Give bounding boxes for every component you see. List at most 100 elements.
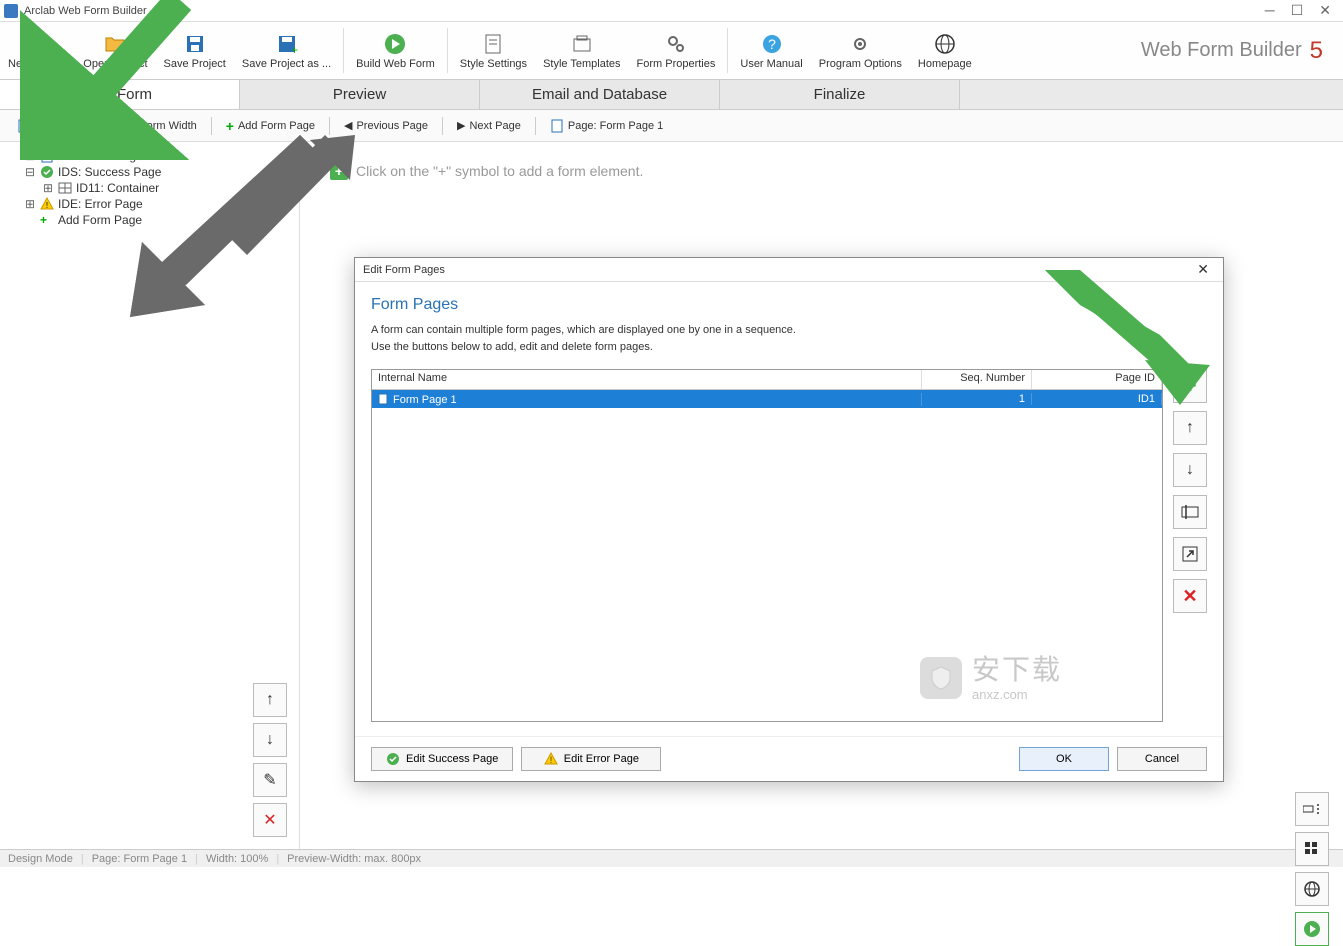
globe-button[interactable] — [1295, 872, 1329, 906]
expander-icon[interactable]: ⊞ — [42, 181, 54, 195]
separator — [329, 117, 330, 135]
add-element-icon[interactable]: + — [330, 162, 348, 180]
homepage-button[interactable]: Homepage — [910, 22, 980, 79]
separator — [535, 117, 536, 135]
separator — [447, 28, 448, 73]
add-page-button[interactable]: + — [1173, 369, 1207, 403]
open-page-button[interactable] — [1173, 537, 1207, 571]
templates-icon — [570, 32, 594, 56]
move-up-button[interactable]: ↑ — [253, 683, 287, 717]
user-manual-button[interactable]: ? User Manual — [732, 22, 810, 79]
hint-row: + Click on the "+" symbol to add a form … — [320, 162, 1323, 180]
rename-page-button[interactable] — [1173, 495, 1207, 529]
save-as-icon: + — [275, 32, 299, 56]
cell-id: ID1 — [1032, 393, 1162, 405]
current-page-indicator[interactable]: Page: Form Page 1 — [540, 115, 673, 137]
close-button[interactable]: ✕ — [1319, 2, 1331, 19]
edit-button[interactable]: ✎ — [253, 763, 287, 797]
tabs: Edit FormPreviewEmail and DatabaseFinali… — [0, 80, 1343, 110]
move-down-button[interactable]: ↓ — [253, 723, 287, 757]
container-icon — [58, 181, 72, 195]
minimize-button[interactable]: ─ — [1265, 2, 1275, 19]
delete-page-button[interactable]: ✕ — [1173, 579, 1207, 613]
col-name[interactable]: Internal Name — [372, 370, 922, 389]
maximize-button[interactable]: ☐ — [1291, 2, 1304, 19]
tab-finalize[interactable]: Finalize — [720, 80, 960, 109]
tree-item-add[interactable]: +Add Form Page — [6, 212, 293, 228]
tab-email-and-database[interactable]: Email and Database — [480, 80, 720, 109]
tool-label: Style Templates — [543, 58, 620, 70]
edit-subtoolbar: Form Pages ↔ Form Width + Add Form Page … — [0, 110, 1343, 142]
folder-icon — [103, 32, 127, 56]
next-page-button[interactable]: ▶ Next Page — [447, 115, 531, 136]
previous-page-button[interactable]: ◀ Previous Page — [334, 115, 438, 136]
separator: | — [195, 853, 198, 865]
gears-icon — [664, 32, 688, 56]
save-project-button[interactable]: Save Project — [156, 22, 234, 79]
save-project-as-button[interactable]: +Save Project as ... — [234, 22, 339, 79]
page-icon — [40, 149, 54, 163]
play-icon — [383, 32, 407, 56]
open-project-button[interactable]: Open Project — [75, 22, 155, 79]
new-project-button[interactable]: New Project — [0, 22, 75, 79]
svg-text:+: + — [291, 43, 298, 56]
form-pages-button[interactable]: Form Pages — [8, 115, 106, 137]
edit-error-page-button[interactable]: ! Edit Error Page — [521, 747, 661, 771]
expander-icon[interactable]: ⊟ — [24, 165, 36, 179]
tree-item-IDS[interactable]: ⊟IDS: Success Page — [6, 164, 293, 180]
form-width-button[interactable]: ↔ Form Width — [115, 116, 207, 136]
grid-button[interactable] — [1295, 832, 1329, 866]
style-templates-button[interactable]: Style Templates — [535, 22, 628, 79]
col-seq[interactable]: Seq. Number — [922, 370, 1032, 389]
tool-label: Save Project — [164, 58, 226, 70]
expander-icon[interactable]: ⊟ — [24, 149, 36, 163]
tool-label: User Manual — [740, 58, 802, 70]
watermark-url: anxz.com — [972, 687, 1062, 703]
tree-item-ID11[interactable]: ⊞ ID11: Container — [6, 180, 293, 196]
snap-button[interactable] — [1295, 792, 1329, 826]
tree-item-ID1[interactable]: ⊟ID1: Form Page 1 — [6, 148, 293, 164]
status-page: Page: Form Page 1 — [92, 853, 187, 865]
tool-label: Style Settings — [460, 58, 527, 70]
dialog-title-text: Edit Form Pages — [363, 264, 445, 276]
tree-panel: ⊟ID1: Form Page 1⊟IDS: Success Page⊞ID11… — [0, 142, 300, 849]
program-options-button[interactable]: Program Options — [811, 22, 910, 79]
edit-success-page-button[interactable]: Edit Success Page — [371, 747, 513, 771]
tree-label: Add Form Page — [58, 213, 142, 227]
form-pages-label: Form Pages — [36, 120, 96, 132]
globe-icon — [933, 32, 957, 56]
error-icon: ! — [40, 197, 54, 211]
dialog-close-button[interactable]: ✕ — [1191, 261, 1215, 278]
help-icon: ? — [760, 32, 784, 56]
move-page-up-button[interactable]: ↑ — [1173, 411, 1207, 445]
desc2: Use the buttons below to add, edit and d… — [371, 341, 653, 353]
ok-button[interactable]: OK — [1019, 747, 1109, 771]
add-form-page-label: Add Form Page — [238, 120, 315, 132]
move-page-down-button[interactable]: ↓ — [1173, 453, 1207, 487]
delete-button[interactable]: ✕ — [253, 803, 287, 837]
table-row[interactable]: Form Page 11ID1 — [372, 390, 1162, 408]
play-button[interactable] — [1295, 912, 1329, 946]
build-web-form-button[interactable]: Build Web Form — [348, 22, 443, 79]
separator: | — [276, 853, 279, 865]
tree-label: ID11: Container — [76, 181, 159, 195]
status-preview: Preview-Width: max. 800px — [287, 853, 421, 865]
success-icon — [40, 165, 54, 179]
style-settings-button[interactable]: Style Settings — [452, 22, 535, 79]
form-properties-button[interactable]: Form Properties — [629, 22, 724, 79]
add-form-page-button[interactable]: + Add Form Page — [216, 114, 325, 138]
shield-icon — [920, 657, 962, 699]
dialog-titlebar[interactable]: Edit Form Pages ✕ — [355, 258, 1223, 282]
tree-item-IDE[interactable]: ⊞!IDE: Error Page — [6, 196, 293, 212]
separator — [442, 117, 443, 135]
cancel-button[interactable]: Cancel — [1117, 747, 1207, 771]
separator — [343, 28, 344, 73]
file-icon — [26, 32, 50, 56]
separator: | — [81, 853, 84, 865]
tab-preview[interactable]: Preview — [240, 80, 480, 109]
tool-label: Program Options — [819, 58, 902, 70]
expander-icon[interactable]: ⊞ — [24, 197, 36, 211]
tab-edit-form[interactable]: Edit Form — [0, 80, 240, 109]
separator — [110, 117, 111, 135]
col-id[interactable]: Page ID — [1032, 370, 1162, 389]
